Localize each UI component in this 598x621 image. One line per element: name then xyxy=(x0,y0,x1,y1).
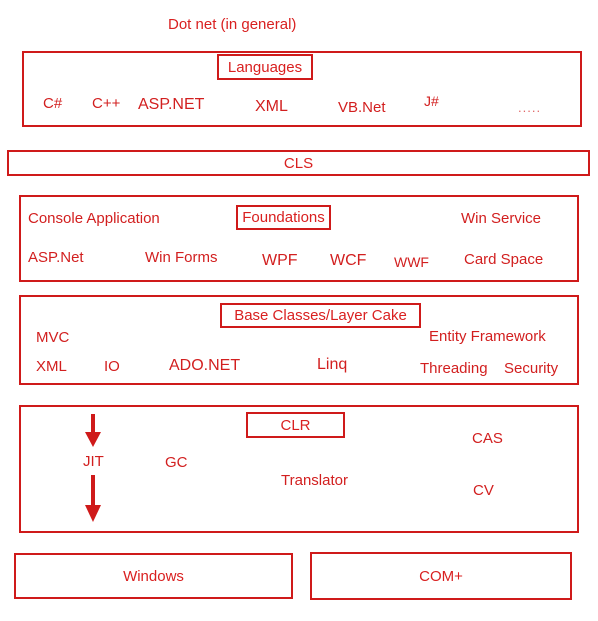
foundations-item-wcf: WCF xyxy=(330,252,367,269)
language-item-vbnet: VB.Net xyxy=(338,99,386,116)
platform-box-complus: COM+ xyxy=(310,552,572,600)
base-classes-item-threading: Threading xyxy=(420,360,488,377)
foundations-tag: Foundations xyxy=(236,205,331,230)
language-item-jsharp: J# xyxy=(424,93,439,109)
foundations-item-card-space: Card Space xyxy=(464,251,544,268)
clr-item-gc: GC xyxy=(165,454,188,471)
clr-item-cv: CV xyxy=(473,482,494,499)
foundations-item-win-service: Win Service xyxy=(461,210,542,227)
languages-tag: Languages xyxy=(217,54,313,80)
foundations-item-console-application: Console Application xyxy=(28,210,160,227)
cls-layer: CLS xyxy=(7,150,590,176)
base-classes-item-entity-framework: Entity Framework xyxy=(429,328,546,345)
dotnet-architecture-diagram: Dot net (in general) Languages C# C++ AS… xyxy=(0,0,598,621)
base-classes-item-mvc: MVC xyxy=(36,329,70,346)
clr-tag: CLR xyxy=(246,412,345,438)
base-classes-item-xml: XML xyxy=(36,358,67,375)
language-item-aspnet: ASP.NET xyxy=(138,96,205,113)
language-item-ellipsis: ..... xyxy=(518,100,542,115)
language-item-csharp: C# xyxy=(43,95,63,112)
language-item-cpp: C++ xyxy=(92,95,121,112)
diagram-title: Dot net (in general) xyxy=(168,16,297,33)
base-classes-item-adonet: ADO.NET xyxy=(169,357,241,374)
foundations-item-wwf: WWF xyxy=(394,254,429,270)
clr-item-cas: CAS xyxy=(472,430,503,447)
language-item-xml: XML xyxy=(255,98,288,115)
foundations-item-aspnet: ASP.Net xyxy=(28,249,84,266)
base-classes-item-io: IO xyxy=(104,358,120,375)
down-arrow-bottom xyxy=(85,475,101,522)
foundations-item-wpf: WPF xyxy=(262,252,298,269)
platform-box-windows: Windows xyxy=(14,553,293,599)
base-classes-item-security: Security xyxy=(504,360,559,377)
foundations-item-win-forms: Win Forms xyxy=(145,249,218,266)
clr-item-translator: Translator xyxy=(281,472,348,489)
down-arrow-top xyxy=(85,414,101,447)
base-classes-item-linq: Linq xyxy=(317,356,348,373)
base-classes-tag: Base Classes/Layer Cake xyxy=(220,303,421,328)
clr-item-jit: JIT xyxy=(83,453,104,470)
